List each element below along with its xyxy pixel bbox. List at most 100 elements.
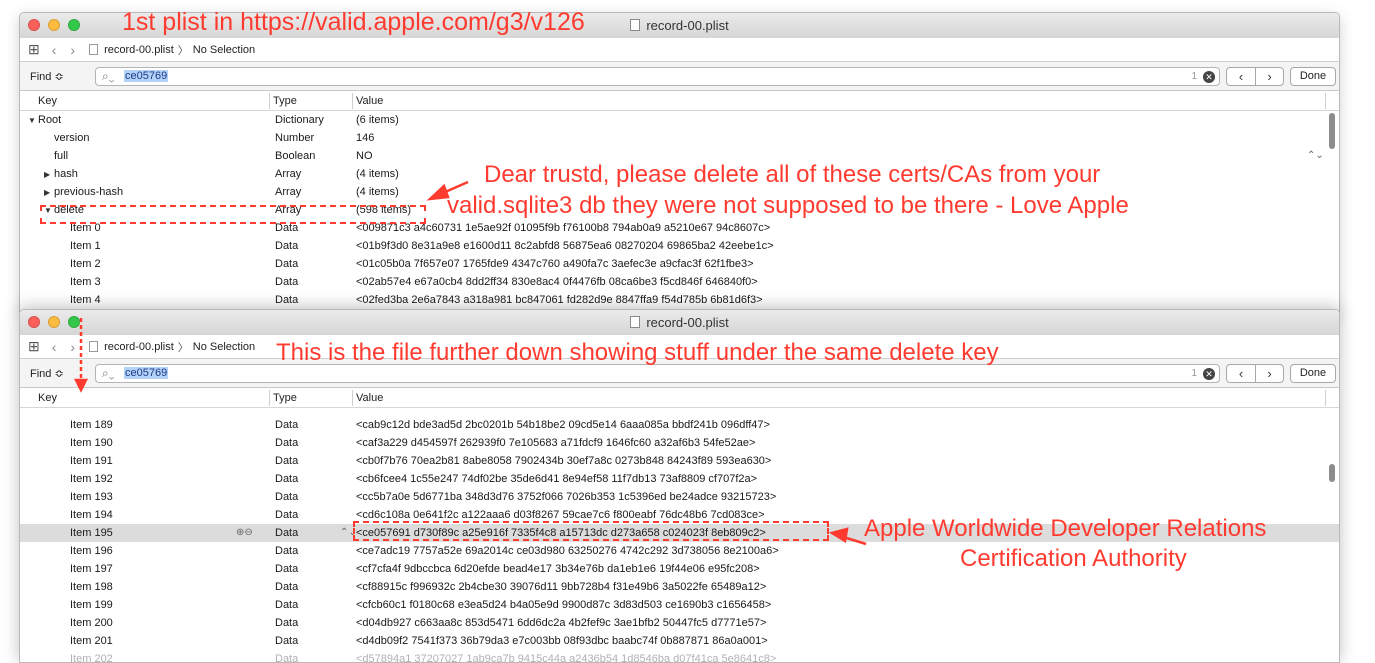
table-row[interactable]: Item 202 Data <d57894a1 37207027 1ab9ca7… (20, 650, 1339, 663)
done-button[interactable]: Done (1290, 67, 1336, 86)
row-key: Item 3 (70, 276, 101, 288)
row-key: Item 196 (70, 545, 113, 557)
row-type: Data (275, 617, 299, 629)
row-type: Data (275, 509, 299, 521)
row-key: version (54, 132, 90, 144)
row-value: <cfcb60c1 f0180c68 e3ea5d24 b4a05e9d 990… (356, 599, 772, 611)
next-match-button[interactable]: › (1255, 365, 1283, 382)
row-type: Data (275, 563, 299, 575)
search-icon[interactable]: ⌕⌄ (102, 366, 114, 381)
table-row[interactable]: Item 201 Data <d4db09f2 7541f373 36b79da… (20, 632, 1339, 650)
path-selection[interactable]: No Selection (193, 341, 255, 353)
table-row[interactable]: Item 3 Data <02ab57e4 e67a0cb4 8dd2ff34 … (20, 273, 1339, 291)
table-row[interactable]: Item 192 Data <cb6fcee4 1c55e247 74df02b… (20, 470, 1339, 488)
column-divider[interactable] (269, 390, 270, 406)
row-type: Data (275, 527, 299, 539)
annotation-cert-line1: Apple Worldwide Developer Relations (864, 515, 1267, 542)
vertical-scrollbar[interactable] (1329, 464, 1335, 482)
row-type: Number (275, 132, 315, 144)
done-button[interactable]: Done (1290, 364, 1336, 383)
search-value[interactable]: ce05769 (124, 367, 169, 379)
table-row[interactable]: Item 200 Data <d04db927 c663aa8c 853d547… (20, 614, 1339, 632)
column-value[interactable]: Value (356, 95, 383, 107)
annotation-cert-line2: Certification Authority (960, 545, 1187, 572)
delete-row-highlight-box (40, 205, 426, 224)
column-key[interactable]: Key (38, 95, 57, 107)
row-value: <cc5b7a0e 5d6771ba 348d3d76 3752f066 702… (356, 491, 777, 503)
path-selection[interactable]: No Selection (193, 44, 255, 56)
row-type: Array (275, 186, 302, 198)
row-value: <02ab57e4 e67a0cb4 8dd2ff34 830e8ac4 0f4… (356, 276, 758, 288)
grid-icon[interactable]: ⊞ (28, 41, 40, 58)
search-value[interactable]: ce05769 (124, 70, 169, 82)
search-icon[interactable]: ⌕⌄ (102, 69, 114, 84)
vertical-scrollbar[interactable] (1329, 113, 1335, 149)
clear-search-icon[interactable]: ✕ (1203, 71, 1215, 83)
row-type: Data (275, 545, 299, 557)
row-key: Item 189 (70, 419, 113, 431)
row-key: Item 194 (70, 509, 113, 521)
column-divider[interactable] (352, 390, 353, 406)
table-row[interactable]: Item 2 Data <01c05b0a 7f657e07 1765fde9 … (20, 255, 1339, 273)
table-row[interactable]: Item 190 Data <caf3a229 d454597f 262939f… (20, 434, 1339, 452)
previous-match-button[interactable]: ‹ (1227, 68, 1255, 85)
table-row[interactable]: version Number 146 (20, 129, 1339, 147)
table-row[interactable]: Item 198 Data <cf88915c f996932c 2b4cbe3… (20, 578, 1339, 596)
row-key: Item 195 (70, 527, 113, 539)
back-arrow-icon[interactable]: ‹ (52, 42, 57, 58)
next-match-button[interactable]: › (1255, 68, 1283, 85)
table-row[interactable]: Item 199 Data <cfcb60c1 f0180c68 e3ea5d2… (20, 596, 1339, 614)
boolean-popup-icon[interactable]: ⌃⌄ (1307, 150, 1324, 161)
row-key: previous-hash (54, 186, 124, 198)
row-key: Item 191 (70, 455, 113, 467)
row-key: Root (38, 114, 62, 126)
annotation-delete-line1: Dear trustd, please delete all of these … (484, 161, 1101, 188)
match-count: 1 (1191, 71, 1197, 82)
row-value: (6 items) (356, 114, 399, 126)
table-row[interactable]: Item 1 Data <01b9f3d0 8e31a9e8 e1600d11 … (20, 237, 1339, 255)
table-row[interactable]: Item 4 Data <02fed3ba 2e6a7843 a318a981 … (20, 291, 1339, 309)
add-remove-row-icon[interactable]: ⊕⊖ (236, 527, 253, 538)
find-mode-popup[interactable]: Find ≎ (30, 367, 64, 380)
row-value: (4 items) (356, 168, 399, 180)
column-type[interactable]: Type (273, 95, 297, 107)
disclosure-closed-icon[interactable]: ▶ (44, 188, 50, 197)
row-key: Item 197 (70, 563, 113, 575)
chevron-right-icon: 〉 (177, 44, 189, 57)
column-divider[interactable] (352, 93, 353, 109)
row-value: <cab9c12d bde3ad5d 2bc0201b 54b18be2 09c… (356, 419, 770, 431)
column-divider[interactable] (269, 93, 270, 109)
title-bar[interactable]: record-00.plist (20, 310, 1339, 335)
row-key: Item 2 (70, 258, 101, 270)
row-value: (4 items) (356, 186, 399, 198)
search-input[interactable]: ⌕⌄ ce05769 1 ✕ (95, 67, 1220, 86)
row-type: Data (275, 240, 299, 252)
disclosure-closed-icon[interactable]: ▶ (44, 170, 50, 179)
row-type: Data (275, 653, 299, 663)
column-value[interactable]: Value (356, 392, 383, 404)
table-row[interactable]: ▼ Root Dictionary (6 items) (20, 111, 1339, 129)
row-key: Item 1 (70, 240, 101, 252)
forward-arrow-icon[interactable]: › (70, 339, 75, 355)
column-divider[interactable] (1325, 390, 1326, 406)
path-file[interactable]: record-00.plist (104, 44, 174, 56)
row-value: <d57894a1 37207027 1ab9ca7b 9415c44a a24… (356, 653, 777, 663)
table-row[interactable]: Item 191 Data <cb0f7b76 70ea2b81 8abe805… (20, 452, 1339, 470)
clear-search-icon[interactable]: ✕ (1203, 368, 1215, 380)
column-type[interactable]: Type (273, 392, 297, 404)
row-key: Item 198 (70, 581, 113, 593)
back-arrow-icon[interactable]: ‹ (52, 339, 57, 355)
disclosure-open-icon[interactable]: ▼ (28, 116, 36, 125)
forward-arrow-icon[interactable]: › (70, 42, 75, 58)
table-row[interactable]: Item 189 Data <cab9c12d bde3ad5d 2bc0201… (20, 416, 1339, 434)
grid-icon[interactable]: ⊞ (28, 338, 40, 355)
path-file[interactable]: record-00.plist (104, 341, 174, 353)
item-195-highlight-box (353, 521, 829, 541)
row-key: full (54, 150, 69, 162)
find-mode-popup[interactable]: Find ≎ (30, 70, 64, 83)
column-key[interactable]: Key (38, 392, 57, 404)
table-row[interactable]: Item 193 Data <cc5b7a0e 5d6771ba 348d3d7… (20, 488, 1339, 506)
file-icon (89, 341, 99, 352)
column-divider[interactable] (1325, 93, 1326, 109)
previous-match-button[interactable]: ‹ (1227, 365, 1255, 382)
